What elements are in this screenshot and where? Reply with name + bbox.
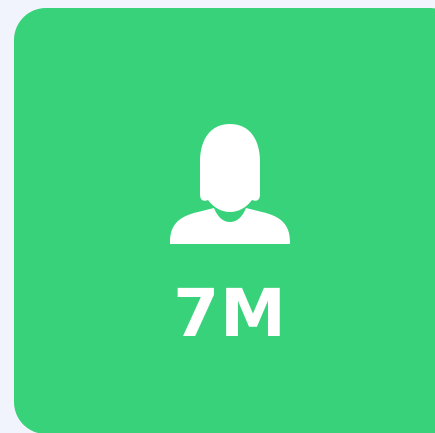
female-user-icon <box>170 120 290 244</box>
stat-value: 7M <box>173 275 287 352</box>
page: 7M <box>0 0 435 433</box>
stat-card: 7M <box>14 8 435 433</box>
